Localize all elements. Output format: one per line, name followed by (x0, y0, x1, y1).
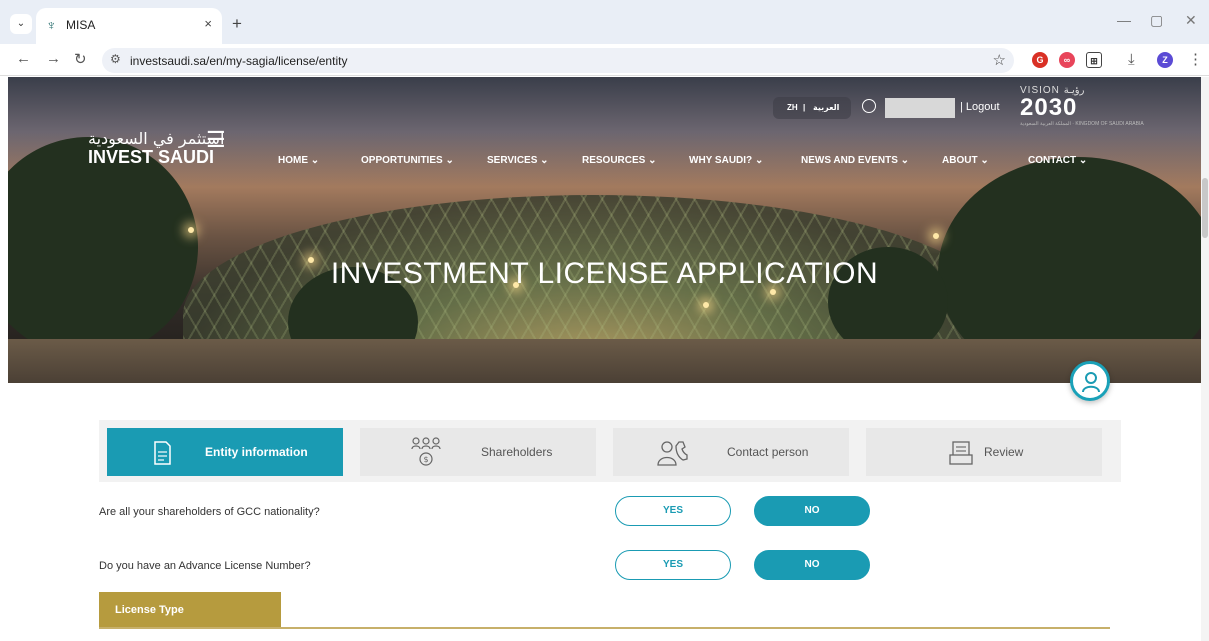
nav-news-and-events[interactable]: NEWS AND EVENTS ⌄ (801, 155, 909, 166)
url-text[interactable]: investsaudi.sa/en/my-sagia/license/entit… (130, 54, 347, 68)
nav-label: ABOUT (942, 155, 978, 166)
tab-close-icon[interactable]: × (204, 16, 212, 31)
step-label: Review (984, 445, 1024, 459)
page-title: INVESTMENT LICENSE APPLICATION (330, 257, 879, 290)
invest-saudi-logo-icon[interactable]: ☰ (206, 127, 226, 153)
language-switcher: ZH | العربية (773, 97, 851, 119)
extension-g-icon[interactable]: G (1032, 52, 1048, 68)
person-icon (1082, 372, 1100, 393)
chevron-down-icon: ⌄ (540, 155, 549, 166)
nav-label: OPPORTUNITIES (361, 155, 443, 166)
hero-banner: استثمر في السعودية INVEST SAUDI ☰ ZH | ا… (8, 77, 1201, 383)
profile-avatar-icon[interactable]: Z (1157, 52, 1173, 68)
bookmark-star-icon[interactable]: ☆ (993, 51, 1006, 69)
nav-resources[interactable]: RESOURCES ⌄ (582, 155, 657, 166)
hero-lamp (188, 227, 194, 233)
back-icon[interactable]: ← (16, 50, 31, 67)
contact-person-icon (657, 441, 688, 466)
new-tab-button[interactable]: + (232, 14, 242, 34)
nav-services[interactable]: SERVICES ⌄ (487, 155, 549, 166)
browser-tab[interactable]: ♆ MISA × (36, 8, 222, 44)
lang-zh[interactable]: ZH (787, 103, 798, 112)
question-advance-license: Do you have an Advance License Number? (99, 560, 311, 572)
username-redacted (885, 98, 955, 118)
logout-link[interactable]: | Logout (960, 101, 1000, 113)
address-bar-row: ← → ↻ ⚙ investsaudi.sa/en/my-sagia/licen… (0, 44, 1209, 76)
step-entity-information[interactable]: Entity information (107, 428, 343, 476)
lang-ar[interactable]: العربية (813, 103, 839, 112)
nav-opportunities[interactable]: OPPORTUNITIES ⌄ (361, 155, 454, 166)
step-review[interactable]: Review (866, 428, 1102, 476)
review-icon (949, 441, 973, 465)
profile-fab-button[interactable] (1070, 361, 1110, 401)
shareholders-icon: $ (411, 437, 441, 466)
advance-license-yes-button[interactable]: YES (615, 550, 731, 580)
logo-english[interactable]: INVEST SAUDI (88, 147, 214, 168)
step-label: Contact person (727, 445, 809, 459)
question-gcc-nationality: Are all your shareholders of GCC nationa… (99, 506, 320, 518)
extensions-puzzle-icon[interactable]: ⊞ (1086, 52, 1102, 68)
chevron-down-icon: ⌄ (900, 155, 910, 166)
nav-about[interactable]: ABOUT ⌄ (942, 155, 989, 166)
nav-contact[interactable]: CONTACT ⌄ (1028, 155, 1087, 166)
hero-lamp (703, 302, 709, 308)
chevron-down-icon: ⌄ (310, 155, 320, 166)
maximize-icon[interactable]: ▢ (1150, 12, 1163, 29)
window-close-icon[interactable]: ✕ (1185, 12, 1197, 29)
chevron-down-icon: ⌄ (445, 155, 454, 166)
nav-why-saudi[interactable]: WHY SAUDI? ⌄ (689, 155, 763, 166)
svg-text:$: $ (423, 455, 428, 464)
gcc-no-button[interactable]: NO (754, 496, 870, 526)
nav-label: NEWS AND EVENTS (801, 155, 898, 166)
step-shareholders[interactable]: $ Shareholders (360, 428, 596, 476)
vision-2030-logo: 2030 (1020, 94, 1078, 121)
chevron-down-icon: ⌄ (648, 155, 657, 166)
nav-label: RESOURCES (582, 155, 646, 166)
vision-subtitle: المملكة العربية السعودية · KINGDOM OF SA… (1020, 121, 1144, 127)
license-type-header: License Type (99, 592, 281, 628)
logout-label: Logout (965, 101, 1000, 113)
misa-favicon-icon: ♆ (46, 17, 57, 33)
logo-arabic[interactable]: استثمر في السعودية (88, 129, 224, 148)
minimize-icon[interactable]: — (1117, 12, 1131, 28)
hero-lamp (933, 233, 939, 239)
forward-icon[interactable]: → (46, 50, 61, 67)
tab-title: MISA (66, 18, 96, 32)
advance-license-no-button[interactable]: NO (754, 550, 870, 580)
reload-icon[interactable]: ↻ (74, 50, 87, 68)
nav-home[interactable]: HOME ⌄ (278, 155, 319, 166)
download-icon[interactable]: ⤓ (1128, 51, 1135, 68)
gcc-yes-button[interactable]: YES (615, 496, 731, 526)
lang-divider: | (803, 103, 806, 112)
nav-label: WHY SAUDI? (689, 155, 753, 166)
license-type-label: License Type (115, 604, 184, 616)
url-omnibox[interactable]: ⚙ investsaudi.sa/en/my-sagia/license/ent… (102, 48, 1014, 73)
chevron-down-icon: ⌄ (754, 155, 764, 166)
document-icon (154, 441, 171, 465)
page-scrollbar-thumb[interactable] (1202, 178, 1208, 238)
chevron-down-icon: ⌄ (980, 155, 989, 166)
nav-label: SERVICES (487, 155, 538, 166)
hero-tree (8, 137, 198, 357)
tab-search-dropdown[interactable]: ⌄ (10, 14, 32, 34)
extension-pink-icon[interactable]: ∞ (1059, 52, 1075, 68)
menu-kebab-icon[interactable]: ⋮ (1188, 50, 1203, 68)
page-scrollbar[interactable] (1201, 77, 1209, 641)
step-label: Entity information (205, 445, 308, 459)
nav-label: CONTACT (1028, 155, 1077, 166)
nav-label: HOME (278, 155, 308, 166)
browser-tab-strip: ⌄ ♆ MISA × + — ▢ ✕ (0, 0, 1209, 44)
application-steps: Entity information $ Shareholders Contac… (99, 420, 1121, 482)
license-type-divider (99, 627, 1110, 629)
step-label: Shareholders (481, 445, 553, 459)
chevron-down-icon: ⌄ (1078, 155, 1088, 166)
hero-ground (8, 339, 1201, 383)
step-contact-person[interactable]: Contact person (613, 428, 849, 476)
user-icon[interactable] (862, 99, 876, 113)
site-settings-icon[interactable]: ⚙ (110, 52, 121, 66)
